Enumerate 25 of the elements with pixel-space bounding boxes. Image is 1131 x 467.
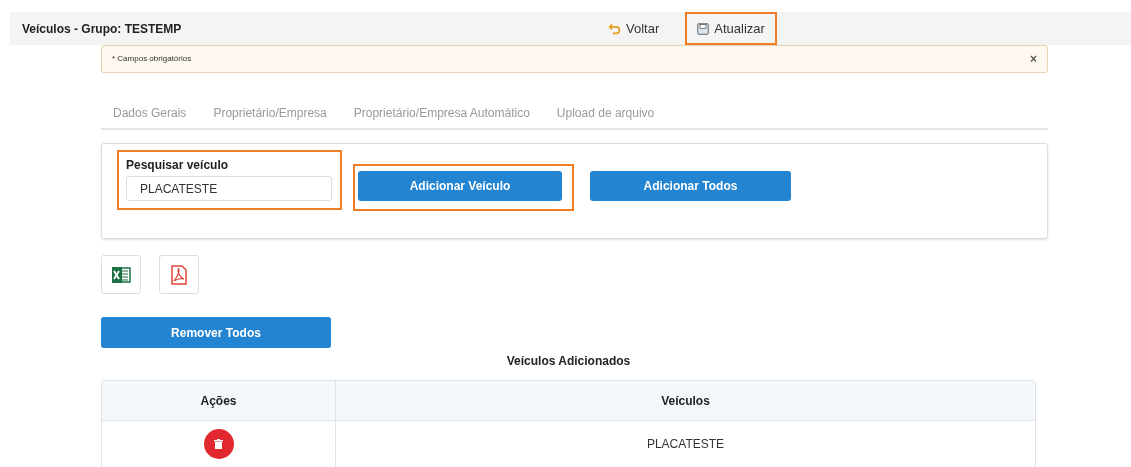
pdf-export-button[interactable] [159,255,199,294]
spreadsheet-icon [111,264,131,285]
add-button[interactable]: Adicionar Veículo [358,171,562,201]
undo-arrow-icon [608,22,621,35]
back-button[interactable]: Voltar [596,12,672,45]
table-title: Veículos Adicionados [506,353,631,370]
tab[interactable]: Proprietário/Empresa [213,104,327,122]
tab[interactable]: Upload de arquivo [556,104,655,122]
alert-text: * Campos obrigatórios [112,53,192,65]
excel-export-button[interactable] [101,255,141,294]
close-button[interactable]: × [1030,53,1037,65]
update-button[interactable]: Atualizar [685,12,777,45]
page-title: Veículos - Grupo: TESTEMP [22,20,182,38]
remove-all-button[interactable]: Remover Todos [101,317,331,348]
table-cell-text: PLACATESTE [645,436,726,453]
tab[interactable]: Dados Gerais [113,104,187,122]
search-label: Pesquisar veículo [126,157,229,174]
pdf-file-icon [170,264,188,285]
search-field[interactable]: PLACATESTE [126,176,332,201]
trash-icon [214,439,223,449]
tab[interactable]: Proprietário/Empresa Automático [353,104,530,122]
delete-button[interactable] [203,429,234,459]
column-header: Ações [102,381,336,420]
column-header: Veículos [660,392,711,410]
add-button[interactable]: Adicionar Todos [590,171,791,201]
